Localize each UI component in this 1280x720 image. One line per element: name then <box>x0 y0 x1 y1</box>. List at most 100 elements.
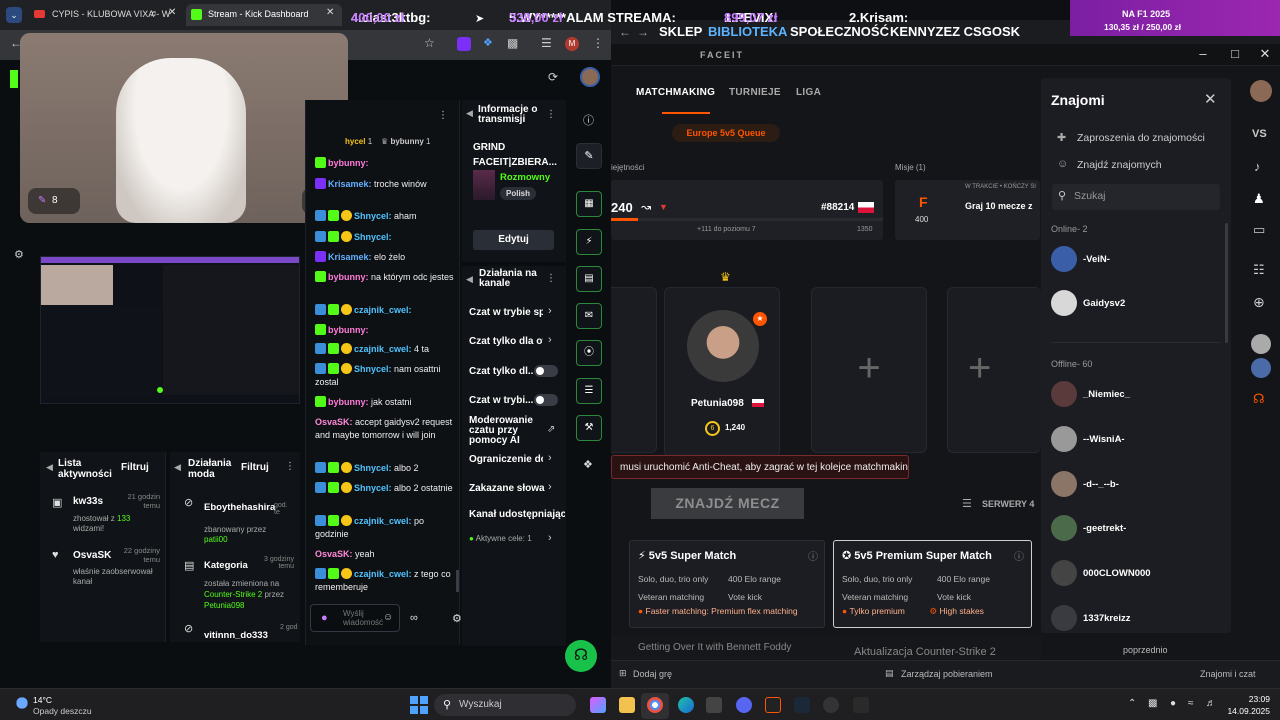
subs-only-toggle[interactable] <box>534 365 558 377</box>
emoji-icon[interactable]: ☺ <box>383 612 393 623</box>
mission-card[interactable]: F 400 W TRAKCIE • KOŃCZY SI Graj 10 mecz… <box>895 180 1040 240</box>
party-slot-invite-2[interactable]: + <box>947 287 1041 453</box>
menu-dots-icon[interactable]: ⋮ <box>546 109 556 120</box>
copilot-icon[interactable] <box>590 697 606 713</box>
tab-matchmaking[interactable]: MATCHMAKING <box>636 87 715 98</box>
friend-invites-link[interactable]: Zaproszenia do znajomości <box>1077 132 1205 144</box>
find-match-button[interactable]: ZNAJDŹ MECZ <box>651 488 804 519</box>
menu-dots-icon[interactable]: ⋮ <box>546 273 556 284</box>
profile-avatar[interactable] <box>1250 80 1272 102</box>
close-icon[interactable]: ✕ <box>1204 90 1217 108</box>
game-item[interactable]: Getting Over It with Bennett Foddy <box>638 642 791 653</box>
help-headset-icon[interactable]: ☊ <box>565 640 597 672</box>
file-explorer-icon[interactable] <box>619 697 635 713</box>
edit-stream-button[interactable]: Edytuj <box>473 230 554 250</box>
taskbar-search[interactable]: ⚲ Wyszukaj <box>434 694 576 716</box>
info-icon[interactable]: ⓘ <box>583 112 594 128</box>
info-icon[interactable]: ⓘ <box>808 548 818 563</box>
menu-dots-icon[interactable]: ⋮ <box>592 36 604 50</box>
forward-arrow-icon[interactable]: → <box>637 25 649 39</box>
nav-sklep[interactable]: SKLEP <box>659 24 702 39</box>
activity-user[interactable]: kw33s <box>73 496 103 507</box>
kick-logo[interactable] <box>10 70 18 88</box>
wrench-icon[interactable]: ⚒ <box>576 415 602 441</box>
tab-liga[interactable]: LIGA <box>796 87 821 98</box>
find-friends-link[interactable]: Znajdź znajomych <box>1077 159 1162 171</box>
add-game-button[interactable]: Dodaj grę <box>633 669 672 679</box>
friend-item[interactable]: -geetrekt- <box>1051 515 1221 543</box>
vs-button[interactable]: VS <box>1252 128 1267 140</box>
layout-icon[interactable]: ☰ <box>576 378 602 404</box>
close-window-icon[interactable]: ✕ <box>1258 47 1272 61</box>
gear-icon[interactable]: ⚙ <box>452 612 462 625</box>
edge-icon[interactable] <box>678 697 694 713</box>
bookmark-star-icon[interactable]: ☆ <box>424 36 435 50</box>
chevron-right-icon[interactable]: › <box>548 305 552 317</box>
store-icon[interactable] <box>706 697 722 713</box>
add-icon[interactable]: ⊕ <box>1253 294 1265 311</box>
friends-chat-button[interactable]: Znajomi i czat <box>1200 669 1256 679</box>
obs-icon[interactable] <box>823 697 839 713</box>
chat-username[interactable]: Shnycel: <box>354 483 392 493</box>
weather-icon[interactable] <box>12 693 32 713</box>
broadcast-icon[interactable]: ⦿ <box>576 340 602 366</box>
profile-icon[interactable]: M <box>565 37 579 51</box>
friends-icon[interactable]: ♟ <box>1253 191 1265 207</box>
drag-handle-icon[interactable]: ◀ <box>46 462 53 473</box>
activity-user[interactable]: OsvaSK <box>73 550 111 561</box>
steam-icon[interactable] <box>794 697 810 713</box>
app-icon[interactable] <box>853 697 869 713</box>
activity-filter-button[interactable]: Filtruj <box>121 462 149 473</box>
servers-label[interactable]: SERWERY 4 <box>982 499 1034 509</box>
action-row-followers-only[interactable]: Czat tylko dla ot <box>469 336 543 347</box>
chat-username[interactable]: OsvaSK: <box>315 417 353 427</box>
friends-scrollbar[interactable] <box>1225 223 1228 343</box>
chat-username[interactable]: czajnik_cwel: <box>354 516 412 526</box>
chat-username[interactable]: bybunny: <box>328 397 369 407</box>
chat-username[interactable]: czajnik_cwel: <box>354 305 412 315</box>
bell-icon[interactable]: ♪ <box>1254 159 1261 174</box>
action-row-restriction[interactable]: Ograniczenie do <box>469 454 543 465</box>
user-avatar[interactable] <box>580 67 600 87</box>
active-goals[interactable]: ● Aktywne cele: 1 <box>469 534 532 543</box>
clock-date[interactable]: 14.09.2025 <box>1222 706 1270 716</box>
chat-username[interactable]: Shnycel: <box>354 364 392 374</box>
tab-turnieje[interactable]: TURNIEJE <box>729 87 781 98</box>
chevron-right-icon[interactable]: › <box>548 334 552 346</box>
chat-icon[interactable]: ▭ <box>1253 222 1265 238</box>
speaker-icon[interactable]: ♬ <box>150 8 159 18</box>
extension-icon[interactable] <box>457 37 471 51</box>
extension-icon[interactable]: ❖ <box>483 36 493 49</box>
lightning-icon[interactable]: ⚡ <box>576 229 602 255</box>
chat-username[interactable]: czajnik_cwel: <box>354 344 412 354</box>
sync-icon[interactable]: ⟳ <box>548 70 558 84</box>
nav-spolecznosc[interactable]: SPOŁECZNOŚĆ <box>790 24 889 39</box>
drag-handle-icon[interactable]: ◀ <box>174 462 181 473</box>
mod-item-user[interactable]: vitinnn_do333 <box>204 630 274 641</box>
wifi-icon[interactable]: ≈ <box>1188 698 1194 709</box>
close-tab-icon[interactable]: ✕ <box>168 7 176 18</box>
browser-tab-kick[interactable]: Stream - Kick Dashboard <box>186 4 342 26</box>
manage-downloads-button[interactable]: Zarządzaj pobieraniem <box>901 669 993 679</box>
chat-username[interactable]: Shnycel: <box>354 463 392 473</box>
info-icon[interactable]: ⓘ <box>1014 548 1024 563</box>
party-slot-self[interactable]: ★ Petunia098 6 1,240 <box>664 287 780 457</box>
message-icon[interactable]: ✉ <box>576 303 602 329</box>
party-member-avatar[interactable] <box>1251 358 1271 378</box>
action-row-shared-channel[interactable]: Kanał udostępniający <box>469 509 565 520</box>
friend-item[interactable]: --WisniA- <box>1051 426 1221 454</box>
calendar-icon[interactable]: ▤ <box>576 266 602 292</box>
chat-username[interactable]: Shnycel: <box>354 232 392 242</box>
friend-item[interactable]: -d--_--b- <box>1051 471 1221 499</box>
chevron-right-icon[interactable]: › <box>548 532 552 544</box>
nav-biblioteka[interactable]: BIBLIOTEKA <box>708 24 787 39</box>
queue-selector[interactable]: Europe 5v5 Queue <box>672 124 780 142</box>
clock-time[interactable]: 23:09 <box>1228 694 1270 704</box>
party-member-avatar[interactable] <box>1251 334 1271 354</box>
faceit-icon[interactable] <box>765 697 781 713</box>
settings-icon[interactable]: ∞ <box>410 612 418 624</box>
headset-icon[interactable]: ☊ <box>1253 391 1265 407</box>
volume-icon[interactable]: ♬ <box>1206 698 1216 709</box>
action-row-slow-mode[interactable]: Czat w trybie sp <box>469 307 543 318</box>
mode-card-premium-super-match[interactable]: ✪ 5v5 Premium Super Match ⓘ Solo, duo, t… <box>833 540 1032 628</box>
